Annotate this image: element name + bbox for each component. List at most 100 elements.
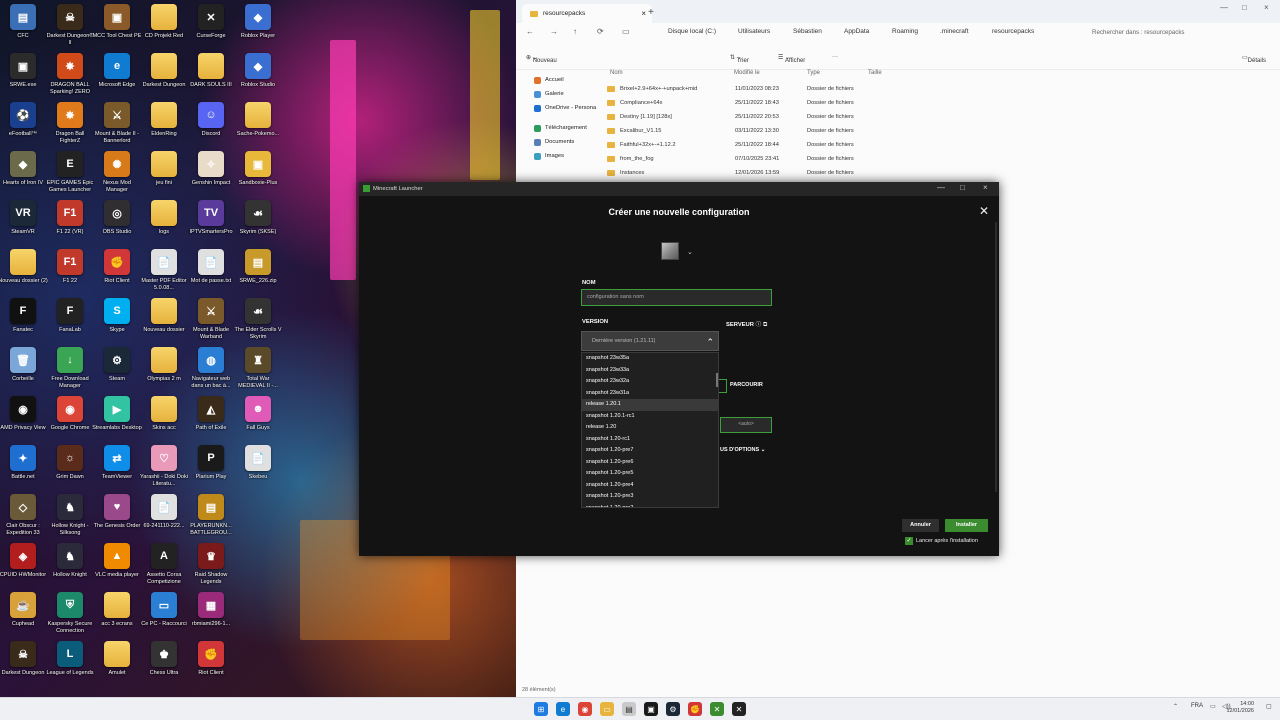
file-row[interactable]: Brixel+2.9+64x+-+unpack+mid 11/01/2023 08… (604, 83, 1264, 97)
version-option[interactable]: snapshot 1.20.1-rc1 (582, 411, 718, 423)
desktop-icon[interactable]: ▣ MCC Tool Chest PE (93, 4, 141, 46)
desktop-icon[interactable]: 🗑 Corbeille (0, 347, 46, 389)
details-button[interactable]: ▭ Détails (1242, 54, 1266, 64)
desktop-icon[interactable]: 📄 Skebeu (235, 445, 281, 487)
up-arrow-icon[interactable]: ↑ (573, 27, 577, 36)
breadcrumb-item[interactable]: Sébastien (793, 28, 822, 35)
column-type[interactable]: Type (807, 70, 820, 76)
desktop-icon[interactable]: 📄 Master PDF Editor 5.0.08... (141, 249, 187, 291)
version-option[interactable]: snapshot 1.20-rc1 (582, 434, 718, 446)
desktop-icon[interactable]: ◈ CPUID HWMonitor (0, 543, 46, 585)
external-link-icon[interactable]: ⧉ (763, 322, 767, 328)
breadcrumb-item[interactable]: .minecraft (940, 28, 969, 35)
system-clock[interactable]: 14:00 12/01/2026 (1226, 701, 1254, 715)
sidebar-item-documents[interactable]: Documents (524, 135, 604, 149)
desktop-icon[interactable]: ◉ AMD Privacy View (0, 396, 46, 438)
desktop-icon[interactable]: Sache-Pokemo... (235, 102, 281, 144)
desktop-icon[interactable]: ⚔ Mount & Blade Warband (188, 298, 234, 340)
desktop-icon[interactable]: ♞ Hollow Knight - Silksong (47, 494, 93, 536)
desktop-icon[interactable]: ◎ OBS Studio (94, 200, 140, 242)
desktop-icon[interactable]: ◆ Hearts of Iron IV (0, 151, 46, 193)
desktop-icon[interactable]: ▶ Streamlabs Desktop (92, 396, 142, 438)
minecraft-launcher-icon[interactable]: ✕ (710, 702, 724, 716)
desktop-icon[interactable]: A Assetto Corsa Competizione (141, 543, 187, 585)
minimize-icon[interactable]: — (1220, 3, 1228, 12)
install-button[interactable]: Installer (945, 519, 988, 532)
resolution-field[interactable]: <auto> (720, 417, 772, 433)
desktop-icon[interactable]: E EPIC GAMES Epic Games Launcher (47, 151, 93, 193)
sort-button[interactable]: ⇅ Trier ⌄ (730, 54, 749, 64)
breadcrumb-item[interactable]: resourcepacks (992, 28, 1034, 35)
desktop-icon[interactable]: ♚ Chess Ultra (141, 641, 187, 683)
view-button[interactable]: ☰ Afficher ⌄ (778, 54, 805, 64)
file-row[interactable]: Destiny [1.19] [128x] 25/11/2022 20:53 Dos… (604, 111, 1264, 125)
desktop-icon[interactable]: ☺ Discord (188, 102, 234, 144)
back-arrow-icon[interactable]: ← (526, 27, 534, 36)
desktop-icon[interactable]: ◆ Roblox Player (235, 4, 281, 46)
chevron-up-icon[interactable]: ⌃ (1173, 703, 1178, 710)
desktop-icon[interactable]: ☼ Grim Dawn (47, 445, 93, 487)
desktop-icon[interactable]: ▤ PLAYERUNKN... BATTLEGROU... (188, 494, 234, 536)
version-option[interactable]: snapshot 23w33a (582, 365, 718, 377)
close-icon[interactable]: × (641, 9, 646, 18)
desktop-icon[interactable]: ✧ Genshin Impact (188, 151, 234, 193)
desktop-icon[interactable]: ▭ Ce PC - Raccourci (141, 592, 187, 634)
profile-icon-picker[interactable]: ⌄ (661, 242, 693, 264)
file-row[interactable]: from_the_fog 07/10/2025 23:41 Dossier de f… (604, 153, 1264, 167)
file-row[interactable]: Excalibur_V1.15 03/11/2022 13:30 Dossier d… (604, 125, 1264, 139)
edge-icon[interactable]: e (556, 702, 570, 716)
desktop-icon[interactable]: S Skype (94, 298, 140, 340)
desktop-icon[interactable]: 📄 Mot de passe.txt (188, 249, 234, 291)
desktop-icon[interactable]: ✸ DRAGON BALL Sparking! ZERO (47, 53, 93, 95)
curseforge-icon[interactable]: ✕ (732, 702, 746, 716)
desktop-icon[interactable]: ☙ Skyrim (SKSE) (235, 200, 281, 242)
desktop-icon[interactable]: ♥ The Genesis Order (94, 494, 140, 536)
terminal-icon[interactable]: ▣ (644, 702, 658, 716)
column-name[interactable]: Nom (610, 70, 623, 76)
desktop-icon[interactable]: ▣ Sandboxie-Plus (235, 151, 281, 193)
more-options-toggle[interactable]: US D'OPTIONS ⌄ (720, 447, 765, 453)
dialog-scrollbar[interactable] (995, 222, 997, 492)
steam-icon[interactable]: ⚙ (666, 702, 680, 716)
version-option[interactable]: snapshot 1.20-pre6 (582, 457, 718, 469)
desktop-icon[interactable]: Darkest Dungeon (141, 53, 187, 95)
tab-resourcepacks[interactable]: resourcepacks × (522, 4, 652, 23)
close-window-icon[interactable]: × (1264, 3, 1269, 12)
list-scrollbar[interactable] (716, 373, 718, 387)
maximize-icon[interactable]: □ (1242, 3, 1247, 12)
version-option[interactable]: snapshot 23w31a (582, 388, 718, 400)
browse-button[interactable]: PARCOURIR (730, 382, 763, 388)
desktop-icon[interactable]: TV IPTVSmartersPro (188, 200, 234, 242)
desktop-icon[interactable]: ⚔ Mount & Blade II - Bannerlord (94, 102, 140, 144)
start-icon[interactable]: ⊞ (534, 702, 548, 716)
desktop-icon[interactable]: ♞ Hollow Knight (47, 543, 93, 585)
sidebar-item-onedrive[interactable]: OneDrive - Persona (524, 101, 604, 115)
desktop-icon[interactable]: ▤ SRWE_226.zip (235, 249, 281, 291)
launch-after-checkbox[interactable]: ✓ (905, 537, 913, 545)
desktop-icon[interactable]: ✺ Nexus Mod Manager (94, 151, 140, 193)
desktop-icon[interactable]: Skins acc (141, 396, 187, 438)
desktop-icon[interactable]: logs (141, 200, 187, 242)
desktop-icon[interactable]: ◍ Navigateur web dans un bac à... (188, 347, 234, 389)
desktop-icon[interactable]: ☠ Darkest Dungeon® II (47, 4, 93, 46)
breadcrumb-item[interactable]: Disque local (C:) (668, 28, 716, 35)
version-option[interactable]: snapshot 1.20-pre7 (582, 445, 718, 457)
version-option[interactable]: snapshot 1.20-pre5 (582, 468, 718, 480)
column-modified[interactable]: Modifié le (734, 70, 760, 76)
desktop-icon[interactable]: ↓ Free Download Manager (47, 347, 93, 389)
server-label[interactable]: SERVEUR ⓘ ⧉ (726, 319, 767, 329)
version-option[interactable]: snapshot 1.20-pre3 (582, 491, 718, 503)
version-option[interactable]: release 1.20 (582, 422, 718, 434)
desktop-icon[interactable]: Olympias 2 m (141, 347, 187, 389)
close-window-icon[interactable]: × (983, 183, 988, 192)
desktop-icon[interactable]: CD Projekt Red (141, 4, 187, 46)
game-directory-field[interactable] (719, 379, 727, 393)
breadcrumb-item[interactable]: AppData (844, 28, 869, 35)
sidebar-item-downloads[interactable]: Téléchargement (524, 121, 604, 135)
desktop-icon[interactable]: ◆ Roblox Studio (235, 53, 281, 95)
search-input[interactable]: Rechercher dans : resourcepacks (1086, 26, 1266, 39)
desktop-icon[interactable]: ◉ Google Chrome (47, 396, 93, 438)
desktop-icon[interactable]: P Plarium Play (188, 445, 234, 487)
desktop-icon[interactable]: ⚙ Steam (94, 347, 140, 389)
language-indicator[interactable]: FRA (1191, 703, 1203, 709)
